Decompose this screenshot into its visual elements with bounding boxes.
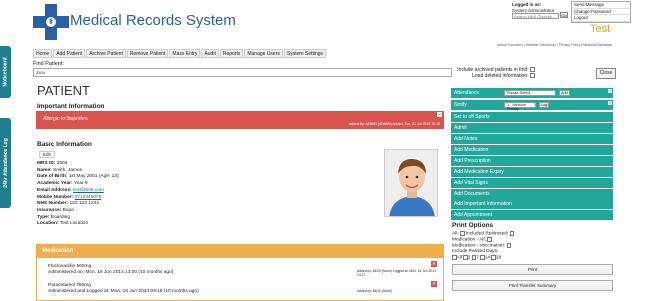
print-med-all-label: Medication - All: [452,237,486,243]
delete-icon[interactable]: ✕ [431,281,437,287]
allergy-meta: Added By: ADMIN (ADMIN) Added: Tue, 21 J… [348,122,440,126]
nav-system-settings[interactable]: System Settings [283,49,327,58]
close-icon[interactable]: ✕ [437,112,442,117]
noticeboard-tab[interactable]: Noticeboard [0,46,11,98]
allergy-text: Allergic to Ibuprofen [43,116,88,122]
notify-row: Notify 1 - Medium Priority Log ✕ [451,100,613,111]
detail-academic-year: Academic Year: Year 9 [37,181,88,187]
close-icon[interactable]: ✕ [608,101,612,105]
action-add-important-information[interactable]: Add Important Information [451,199,613,209]
detail-nhs-number: NHS Number: 123 123 1234 [37,201,99,207]
print-button[interactable]: Print [452,264,613,275]
page-title: PATIENT [37,83,90,98]
medication-meta: Added by: MDIX (None) [357,289,392,293]
main-nav: Home Add Patient Archive Patient Remove … [33,49,327,58]
medication-heading: Medication [37,245,443,258]
print-med-vacc-label: Medication - Vaccination: [452,243,506,249]
action-admit[interactable]: Admit [451,123,613,133]
medication-detail: Administered and Logged at: Mon, 16 Jun … [48,288,199,294]
allergy-alert: Allergic to Ibuprofen Added By: ADMIN (A… [36,111,444,129]
nav-home[interactable]: Home [33,49,53,58]
include-archived-checkbox[interactable] [530,67,535,73]
action-add-medication-expiry[interactable]: Add Medication Expiry [451,167,613,177]
find-options: Include archived patients in find: Load … [455,67,535,79]
load-deleted-checkbox[interactable] [530,73,535,79]
detail-insurance: Insurance: Bupa [37,207,74,213]
attendance-add-button[interactable]: Add [559,90,570,96]
action-add-documents[interactable]: Add Documents [451,189,613,199]
nav-manage-users[interactable]: Manage Users [244,49,283,58]
attendance-row: Attendance Please Select... Add ✕ [451,88,613,98]
action-add-appointment[interactable]: Add Appointment [451,210,613,220]
medication-meta: Added by: MDIX (None) Logged at: Mon, 16… [357,269,436,277]
go-button[interactable]: Go [560,12,568,18]
include-restricted-checkbox[interactable] [509,231,515,236]
edit-button[interactable]: Edit [39,151,55,158]
basic-info-heading: Basic Information [37,141,92,148]
print-options-heading: Print Options [452,222,494,229]
print-all-label: All: [452,231,459,237]
attendance-log-tab-label: 24hr Attendance Log [2,138,9,188]
action-add-prescription[interactable]: Add Prescription [451,156,613,166]
nav-reports[interactable]: Reports [219,49,244,58]
nhs-search-input[interactable] [512,13,559,19]
nav-remove-patient[interactable]: Remove Patient [126,49,169,58]
attendance-log-tab[interactable]: 24hr Attendance Log [0,118,11,208]
nav-mass-entry[interactable]: Mass Entry [169,49,201,58]
patient-photo [384,149,438,217]
passed-days-options: All 2 7 14 28 [452,255,501,262]
detail-email: Email Address: test@test.com [37,187,104,193]
find-patient-label: Find Patient: [33,61,64,67]
action-set-off-sports[interactable]: Set to off Sports [451,112,613,122]
account-links: Send Message Change Password Logout [571,1,631,23]
action-add-notes[interactable]: Add Notes [451,134,613,144]
print-med-vacc-checkbox[interactable] [506,243,512,248]
print-transfer-summary-button[interactable]: Print Transfer Summary [452,280,613,291]
nav-add-patient[interactable]: Add Patient [53,49,86,58]
action-add-vital-signs[interactable]: Add Vital Signs [451,178,613,188]
close-icon[interactable]: ✕ [608,89,612,93]
mobile-link[interactable]: 0712345678 [75,195,102,200]
find-patient-input[interactable]: 2504 [33,68,452,77]
noticeboard-tab-label: Noticeboard [2,57,9,87]
important-info-heading: Important Information [37,103,105,110]
print-med-all-checkbox[interactable] [487,237,492,242]
caduceus-icon: ⚕ [46,17,56,27]
medication-panel: Medication Flucloxacillin 500mg Administ… [36,244,444,301]
include-restricted-label: Included Restricted: [465,231,509,237]
attendance-label: Attendance [454,90,480,96]
notify-select[interactable]: 1 - Medium Priority [504,102,536,111]
close-button[interactable]: Close [596,68,616,79]
detail-location: Location: Test Location [37,221,89,227]
action-add-medication[interactable]: Add Medication [451,145,613,155]
notify-label: Notify [454,102,467,108]
app-title: Medical Records System [70,12,236,29]
load-deleted-label: Load deleted information: [472,73,529,79]
logo: ⚕ [33,4,69,40]
logout-link[interactable]: Logout [572,15,630,22]
nav-archive-patient[interactable]: Archive Patient [86,49,126,58]
notify-log-button[interactable]: Log [539,102,550,108]
email-link[interactable]: test@test.com [73,188,104,193]
medication-item: Flucloxacillin 500mg Administered on: Mo… [48,264,173,276]
delete-icon[interactable]: ✕ [431,261,437,267]
patient-details: MRS ID: 2504 Name: Smith, James Date of … [37,161,119,228]
attendance-select[interactable]: Please Select... [504,90,556,96]
print-all-checkbox[interactable] [460,231,465,236]
medication-detail: Administered on: Mon, 16 Jun 2014 13:00 … [48,269,174,275]
detail-mrs-id: MRS ID: 2504 [37,161,68,166]
header-footer-links[interactable]: Admin Functions | Website Disclaimer | P… [497,43,613,47]
environment-label: Test [590,23,611,35]
medication-item: Paracetamol 750mg Administered and Logge… [48,283,199,295]
nav-audit[interactable]: Audit [201,49,219,58]
